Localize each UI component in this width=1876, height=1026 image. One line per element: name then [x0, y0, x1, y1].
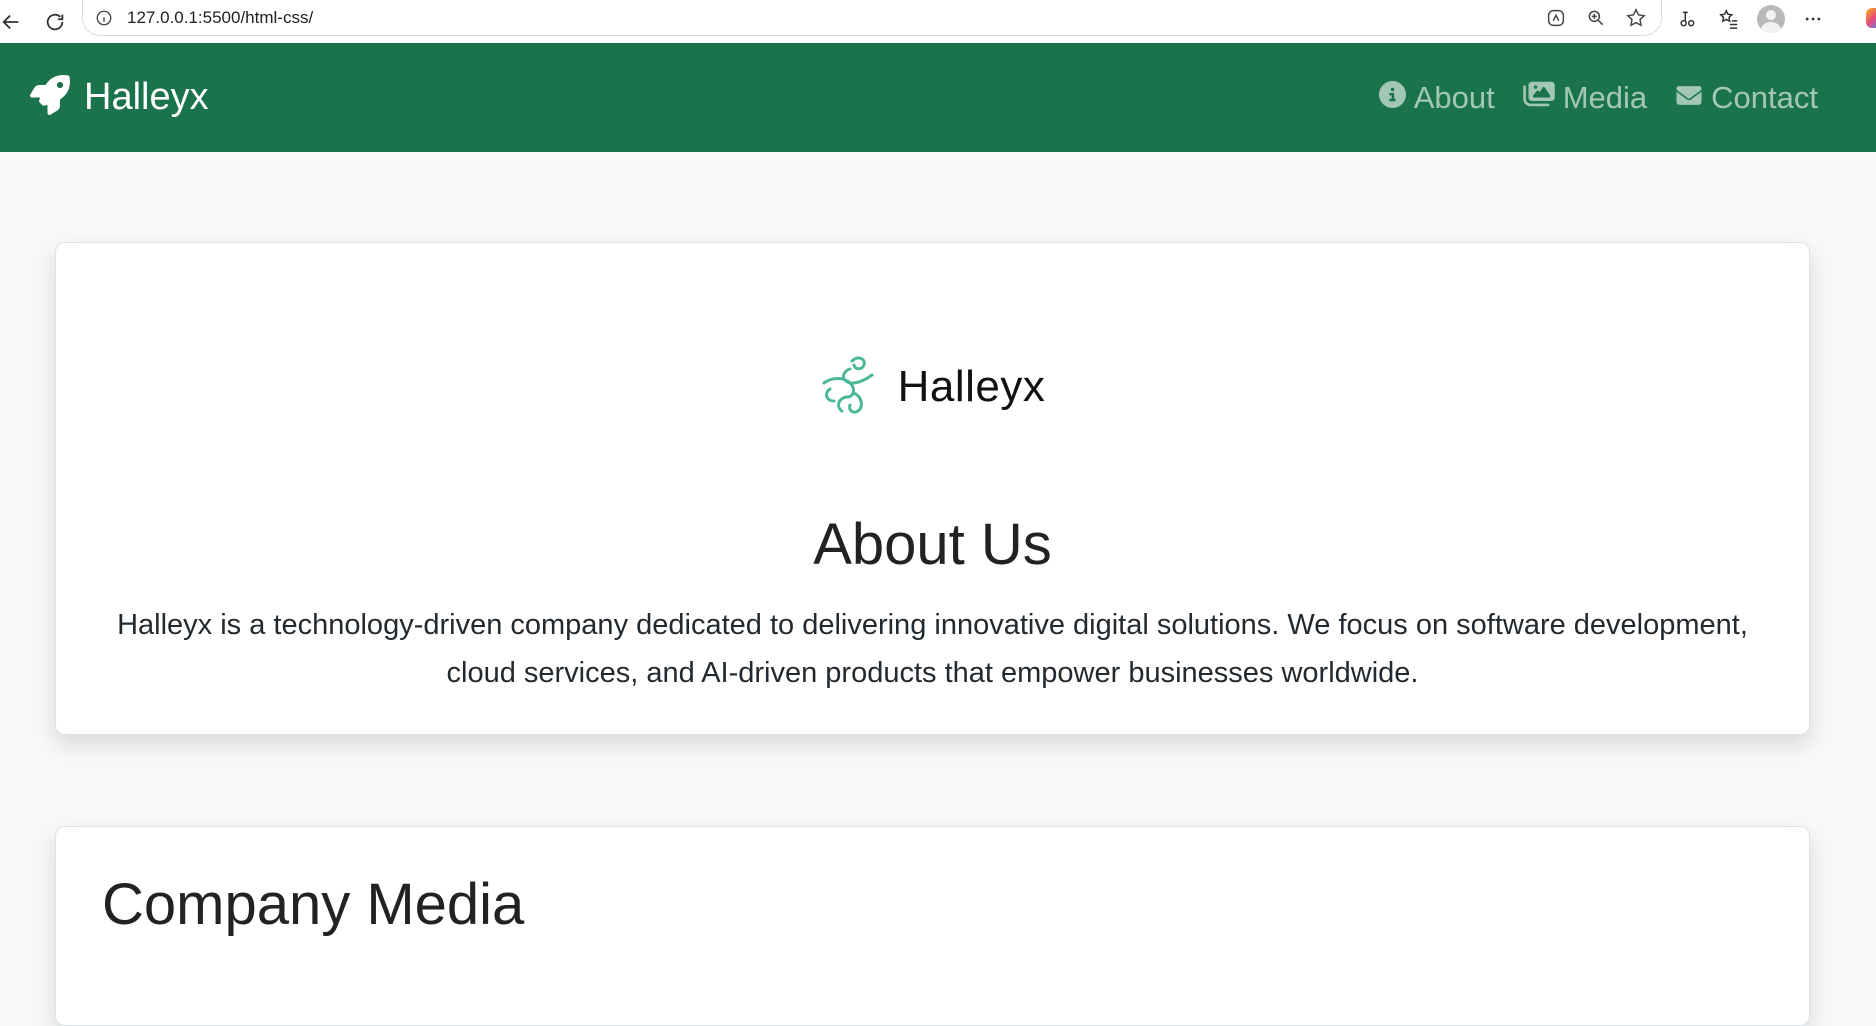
nav-link-label[interactable]: Media: [1563, 80, 1647, 116]
rocket-icon: [29, 75, 70, 120]
zoom-icon[interactable]: [1581, 3, 1611, 33]
nav-link-media[interactable]: Media: [1522, 80, 1647, 116]
brand-link[interactable]: Halleyx: [29, 43, 209, 152]
company-logo: Halleyx: [56, 351, 1809, 422]
url-text[interactable]: 127.0.0.1:5500/html-css/: [127, 8, 313, 28]
read-aloud-icon[interactable]: [1670, 2, 1704, 36]
nav-link-about[interactable]: About: [1378, 80, 1495, 116]
logo-text: Halleyx: [897, 361, 1046, 411]
nav-links: About Media Contact: [1378, 43, 1818, 152]
profile-avatar[interactable]: [1754, 2, 1788, 36]
favorite-star-icon[interactable]: [1621, 3, 1651, 33]
about-description: Halleyx is a technology-driven company d…: [117, 609, 1748, 689]
images-icon: [1522, 80, 1555, 116]
about-section: Halleyx About Us Halleyx is a technology…: [55, 242, 1810, 735]
halleyx-swirl-logo-icon: [820, 351, 882, 422]
copilot-sidebar-icon[interactable]: [1866, 8, 1876, 28]
media-title: Company Media: [102, 872, 525, 937]
nav-link-label[interactable]: About: [1414, 80, 1495, 116]
browser-toolbar: 127.0.0.1:5500/html-css/: [0, 0, 1876, 43]
favorites-list-icon[interactable]: [1712, 2, 1746, 36]
nav-link-label[interactable]: Contact: [1711, 80, 1818, 116]
nav-link-contact[interactable]: Contact: [1675, 80, 1818, 116]
info-circle-icon: [1378, 80, 1406, 116]
envelope-icon: [1675, 80, 1703, 116]
site-navbar: Halleyx About Media Contact: [0, 43, 1876, 152]
back-arrow-icon[interactable]: [0, 5, 28, 39]
address-bar[interactable]: 127.0.0.1:5500/html-css/: [82, 0, 1662, 36]
info-icon[interactable]: [95, 9, 113, 27]
about-title: About Us: [813, 512, 1052, 577]
copilot-icon[interactable]: [1541, 3, 1571, 33]
more-icon[interactable]: [1796, 2, 1830, 36]
media-section: Company Media: [55, 826, 1810, 1026]
brand-name[interactable]: Halleyx: [84, 76, 209, 119]
reload-icon[interactable]: [38, 5, 72, 39]
